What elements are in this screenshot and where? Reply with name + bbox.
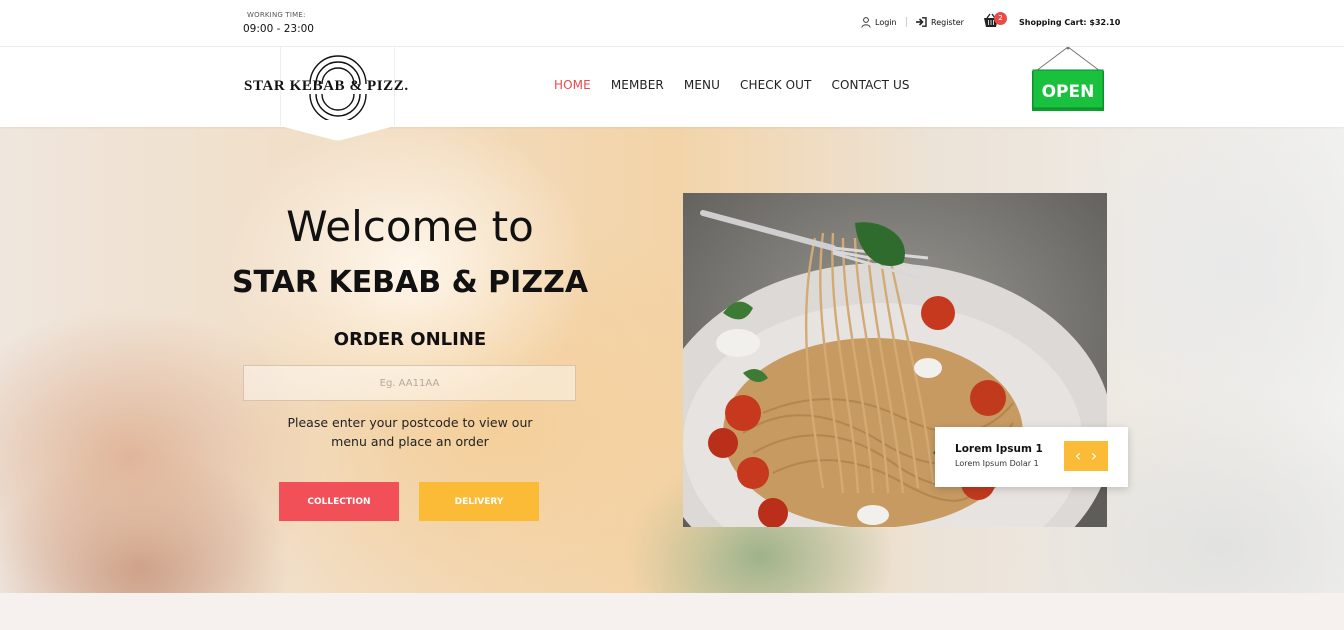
main-nav: HOME MEMBER MENU CHECK OUT CONTACT US	[554, 78, 910, 92]
nav-item-check-out[interactable]: CHECK OUT	[740, 78, 812, 92]
register-link[interactable]: Register	[916, 17, 964, 27]
slide-title: Lorem Ipsum 1	[955, 443, 1043, 455]
divider	[906, 17, 907, 27]
slider-caption-card: Lorem Ipsum 1 Lorem Ipsum Dolar 1 ‹ ›	[935, 427, 1128, 487]
working-time-value: 09:00 - 23:00	[243, 23, 314, 35]
delivery-button[interactable]: DELIVERY	[419, 482, 539, 521]
hero-welcome: Welcome to	[286, 202, 534, 251]
page-bottom-band	[0, 593, 1344, 630]
nav-item-contact-us[interactable]: CONTACT US	[831, 78, 909, 92]
collection-button[interactable]: COLLECTION	[279, 482, 399, 521]
sign-in-icon	[916, 17, 927, 27]
postcode-help-text: Please enter your postcode to view our m…	[287, 415, 533, 449]
nav-item-member[interactable]: MEMBER	[611, 78, 664, 92]
cart-label: Shopping Cart:	[1019, 18, 1087, 27]
login-link[interactable]: Login	[861, 17, 897, 28]
hero-section: Welcome to STAR KEBAB & PIZZA ORDER ONLI…	[0, 127, 1344, 593]
open-sign-icon: OPEN	[1032, 47, 1104, 111]
shopping-cart-summary[interactable]: Shopping Cart: $32.10	[1019, 18, 1120, 27]
nav-item-home[interactable]: HOME	[554, 78, 591, 92]
login-label: Login	[875, 18, 897, 27]
cart-amount: $32.10	[1089, 18, 1121, 27]
nav-item-menu[interactable]: MENU	[684, 78, 720, 92]
register-label: Register	[931, 17, 964, 27]
order-online-heading: ORDER ONLINE	[333, 329, 487, 350]
postcode-input[interactable]	[243, 365, 576, 401]
slide-subtitle: Lorem Ipsum Dolar 1	[955, 459, 1039, 468]
top-bar: WORKING TIME: 09:00 - 23:00 Login Regist…	[0, 0, 1344, 47]
slider-controls: ‹ ›	[1064, 441, 1108, 471]
hero-restaurant-name: STAR KEBAB & PIZZA	[231, 265, 589, 300]
main-navbar: STAR KEBAB & PIZZ. HOME MEMBER MENU CHEC…	[0, 47, 1344, 141]
user-icon	[861, 17, 871, 28]
cart-count-badge: 2	[994, 12, 1007, 25]
open-sign-text: OPEN	[1042, 82, 1095, 102]
chevron-left-icon[interactable]: ‹	[1075, 448, 1081, 464]
chevron-right-icon[interactable]: ›	[1091, 448, 1097, 464]
working-time-label: WORKING TIME:	[247, 11, 306, 19]
logo-text[interactable]: STAR KEBAB & PIZZ.	[244, 78, 409, 95]
